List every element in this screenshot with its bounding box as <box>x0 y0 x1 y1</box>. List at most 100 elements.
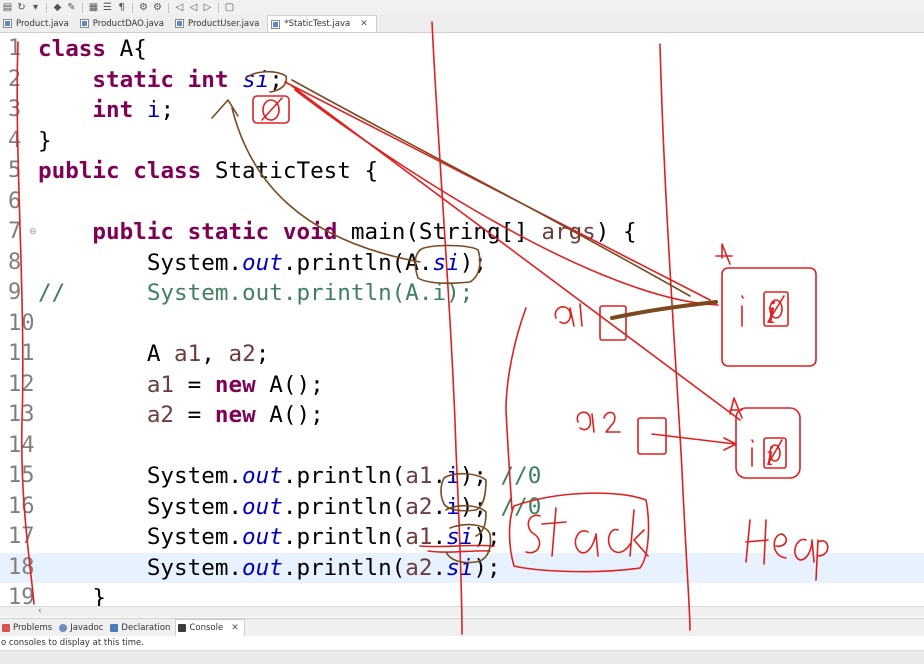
tools-icon[interactable]: ⚙ <box>138 2 149 13</box>
forward-icon[interactable]: ▷ <box>202 2 213 13</box>
line-number: 17 <box>8 524 35 549</box>
code-editor[interactable]: 1 class A{ 2 static int si; 3 int i; 4} 5… <box>0 34 924 606</box>
status-bar <box>0 650 924 664</box>
code-line[interactable]: 16 System.out.println(a2.i); //0 <box>0 492 924 523</box>
line-number: 14 <box>8 432 35 458</box>
run-dropdown-icon[interactable]: ▾ <box>30 2 41 13</box>
code-line[interactable]: 4} <box>0 126 924 157</box>
back-icon[interactable]: ◁ <box>174 2 185 13</box>
tab-productdao-java[interactable]: ProductDAO.java <box>77 15 172 32</box>
line-number: 15 <box>8 463 35 488</box>
code-text: class A{ <box>38 36 147 62</box>
code-line[interactable]: 6 <box>0 187 924 218</box>
code-line[interactable]: 9 // System.out.println(A.i); <box>0 278 924 309</box>
back-icon[interactable]: ◁ <box>188 2 199 13</box>
tab-declaration[interactable]: Declaration <box>108 619 175 636</box>
code-line[interactable]: 5 public class StaticTest { <box>0 156 924 187</box>
code-text: a2 = new A(); <box>146 402 324 428</box>
code-text: a1 = new A(); <box>146 371 324 398</box>
code-text: System.out.println(a2.i); //0 <box>38 493 542 520</box>
editor-tab-bar: Product.java ProductDAO.java ProductUser… <box>0 15 924 33</box>
list-icon[interactable]: ☰ <box>102 2 113 13</box>
java-file-icon <box>3 19 12 28</box>
open-folder-icon[interactable]: ▤ <box>2 2 13 13</box>
line-number: 12 <box>8 371 35 397</box>
paragraph-icon[interactable]: ¶ <box>116 2 127 13</box>
code-line[interactable]: 19 } <box>0 583 924 606</box>
tab-product-java[interactable]: Product.java <box>0 15 77 32</box>
line-number: 11 <box>8 341 35 366</box>
code-line[interactable]: 11 A a1, a2; <box>0 339 924 370</box>
line-number: 1 <box>8 36 22 61</box>
toolbar-separator <box>218 2 219 13</box>
console-message: o consoles to display at this time. <box>0 636 924 650</box>
code-line[interactable]: 12 a1 = new A(); <box>0 370 924 401</box>
line-number: 4 <box>8 127 22 153</box>
code-text: A a1, a2; <box>38 341 270 367</box>
code-text: public class StaticTest { <box>38 158 379 184</box>
code-text: } <box>38 585 107 606</box>
line-number: 2 <box>8 66 22 92</box>
code-text: int i; <box>92 97 175 123</box>
line-number: 19 <box>8 585 35 606</box>
refresh-icon[interactable]: ↻ <box>16 2 27 13</box>
code-line[interactable]: 13 a2 = new A(); <box>0 400 924 431</box>
close-icon[interactable]: ✕ <box>360 19 368 29</box>
toolbar-separator <box>168 2 169 13</box>
code-text: System.out.println(a1.si); <box>38 524 501 550</box>
code-line[interactable]: 14 <box>0 431 924 462</box>
tab-statictest-java[interactable]: *StaticTest.java ✕ <box>267 15 377 32</box>
tab-productuser-java[interactable]: ProductUser.java <box>172 15 267 32</box>
main-toolbar: ▤ ↻ ▾ ◆ ✎ ▦ ☰ ¶ ⚙ ⚙ ◁ ◁ ▷ ▢ <box>0 0 924 15</box>
code-text: System.out.println(A.si); <box>38 249 487 276</box>
new-window-icon[interactable]: ▢ <box>224 2 235 13</box>
line-number: 8 <box>8 249 22 275</box>
horizontal-scrollbar[interactable]: ‹ <box>0 606 924 617</box>
code-text: static int si; <box>92 66 283 93</box>
code-text: System.out.println(a1.i); //0 <box>38 463 542 489</box>
grid-icon[interactable]: ▦ <box>88 2 99 13</box>
code-line[interactable]: 8 System.out.println(A.si); <box>0 248 924 279</box>
java-file-icon <box>79 19 89 28</box>
line-number: 16 <box>8 493 35 519</box>
code-line[interactable]: 10 <box>0 309 924 340</box>
console-icon <box>178 624 187 632</box>
declaration-icon <box>110 623 119 632</box>
pin-icon[interactable]: ◆ <box>52 2 63 13</box>
tab-problems[interactable]: Problems <box>0 619 57 636</box>
code-line[interactable]: 3 int i; <box>0 95 924 126</box>
close-icon[interactable]: ✕ <box>231 623 239 633</box>
line-number: 5 <box>8 158 22 183</box>
code-line[interactable]: 7 ⊖ public static void main(String[] args… <box>0 217 924 248</box>
line-number: 18 <box>8 554 35 580</box>
code-line[interactable]: 2 static int si; <box>0 65 924 96</box>
code-text: } <box>38 127 52 154</box>
tab-javadoc[interactable]: Javadoc <box>57 619 108 636</box>
line-number: 10 <box>8 310 35 336</box>
code-line[interactable]: 15 System.out.println(a1.i); //0 <box>0 461 924 492</box>
code-line[interactable]: 1 class A{ <box>0 34 924 65</box>
fold-toggle-icon[interactable]: ⊖ <box>29 227 37 237</box>
line-number: 6 <box>8 188 22 214</box>
toolbar-separator <box>46 2 47 13</box>
java-file-icon <box>175 19 184 28</box>
line-number: 13 <box>8 402 35 427</box>
line-number: 3 <box>8 97 22 122</box>
toolbar-separator <box>82 2 83 13</box>
tools-icon[interactable]: ⚙ <box>152 2 163 13</box>
code-text: System.out.println(a2.si); <box>38 554 501 581</box>
code-line[interactable]: 17 System.out.println(a1.si); <box>0 522 924 553</box>
problems-icon <box>2 623 10 632</box>
at-sign-icon <box>59 623 68 632</box>
line-number: 9 <box>8 280 22 305</box>
toolbar-separator <box>132 2 133 13</box>
annotation-icon[interactable]: ✎ <box>66 2 77 13</box>
tab-console[interactable]: Console ✕ <box>175 619 245 636</box>
scroll-left-icon[interactable]: ‹ <box>38 606 42 616</box>
code-line-current[interactable]: 18 System.out.println(a2.si); <box>0 552 924 583</box>
code-text: public static void main(String[] args) { <box>92 219 637 245</box>
java-file-icon <box>271 19 281 29</box>
